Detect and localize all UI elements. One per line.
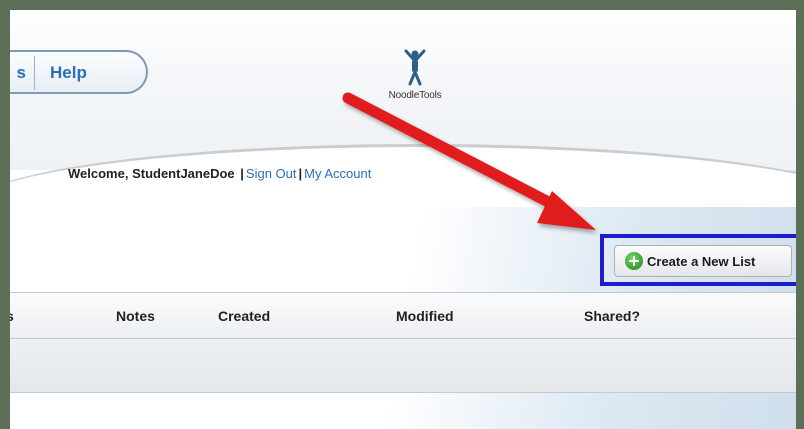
plus-circle-icon	[625, 252, 643, 270]
username: StudentJaneDoe	[132, 166, 235, 181]
table-header: s Notes Created Modified Shared?	[10, 292, 796, 339]
help-tab[interactable]: Help	[50, 63, 87, 83]
column-header-shared[interactable]: Shared?	[584, 308, 640, 324]
column-header-notes[interactable]: Notes	[116, 308, 155, 324]
app-frame: s Help NoodleTools Welcome, StudentJaneD…	[10, 10, 796, 429]
person-jumping-icon	[404, 49, 426, 86]
nav-tab-partial[interactable]: s	[10, 63, 26, 83]
separator: |	[240, 166, 244, 181]
create-new-list-label: Create a New List	[647, 253, 756, 269]
logo-text: NoodleTools	[388, 90, 442, 101]
nav-tabs: s Help	[10, 50, 148, 94]
create-new-list-button[interactable]: Create a New List	[614, 245, 792, 277]
welcome-prefix: Welcome,	[68, 166, 133, 181]
nav-divider	[34, 56, 35, 90]
sign-out-link[interactable]: Sign Out	[246, 166, 297, 181]
separator: |	[298, 166, 303, 181]
table-row[interactable]	[10, 339, 796, 393]
column-header-modified[interactable]: Modified	[396, 308, 454, 324]
column-header-created[interactable]: Created	[218, 308, 270, 324]
column-header-partial[interactable]: s	[10, 308, 14, 324]
welcome-bar: Welcome, StudentJaneDoe | Sign Out | My Acc…	[68, 166, 371, 181]
noodletools-logo: NoodleTools	[372, 48, 458, 101]
my-account-link[interactable]: My Account	[304, 166, 371, 181]
